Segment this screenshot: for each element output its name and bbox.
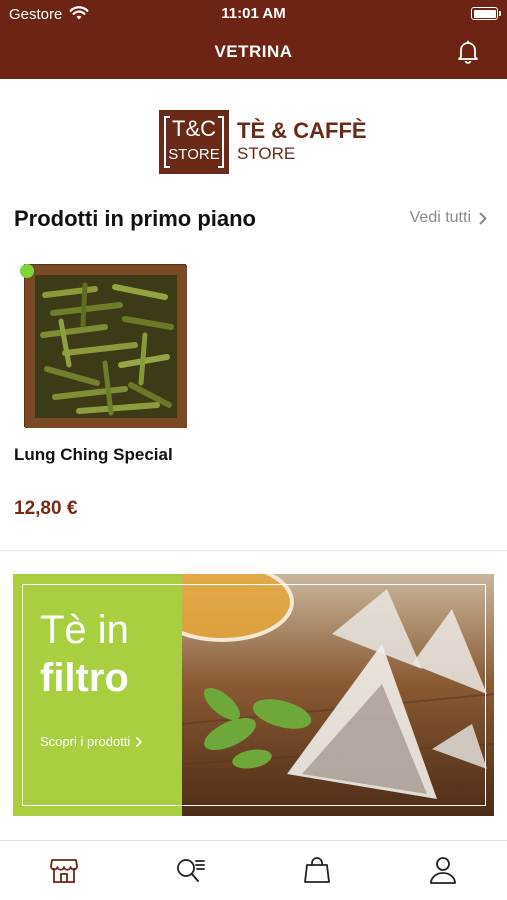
logo-mark-line2: STORE [168, 146, 220, 163]
section-title: Prodotti in primo piano [14, 206, 256, 231]
bell-icon[interactable] [455, 39, 481, 65]
shopping-bag-icon[interactable] [302, 855, 332, 885]
see-all-label: Vedi tutti [409, 209, 471, 226]
banner-cta-label: Scopri i prodotti [40, 734, 131, 749]
banner-cta[interactable]: Scopri i prodotti [40, 734, 143, 749]
banner-title-line2: filtro [40, 656, 129, 700]
product-name: Lung Ching Special [14, 445, 173, 464]
tea-leaves-image [25, 265, 187, 428]
logo-mark-line1: T&C [172, 116, 216, 141]
battery-icon [471, 7, 501, 20]
see-all-link[interactable]: Vedi tutti [410, 209, 487, 227]
page-title: VETRINA [214, 42, 293, 61]
tab-bar [0, 840, 507, 900]
logo-mark: T&C STORE [159, 110, 229, 174]
top-bar: Gestore 11:01 AM VETRINA [0, 0, 507, 79]
brand-subname: STORE [237, 144, 296, 163]
product-price: 12,80 € [14, 498, 78, 519]
search-list-icon[interactable] [175, 855, 205, 885]
availability-dot [20, 264, 34, 278]
status-bar: Gestore 11:01 AM [0, 0, 507, 28]
brand-name: TÈ & CAFFÈ [237, 118, 367, 143]
banner-title-line1: Tè in [40, 608, 129, 652]
user-icon[interactable] [428, 855, 458, 885]
product-image[interactable] [20, 264, 187, 428]
promo-banner[interactable]: Tè in filtro Scopri i prodotti [13, 574, 494, 816]
chevron-right-icon [479, 212, 487, 224]
divider [0, 550, 507, 551]
clock: 11:01 AM [221, 5, 286, 22]
chevron-right-icon [136, 736, 143, 747]
store-icon[interactable] [49, 855, 79, 885]
tea-bags-photo [182, 574, 494, 816]
brand-logo: T&C STORE TÈ & CAFFÈ STORE [159, 110, 367, 176]
